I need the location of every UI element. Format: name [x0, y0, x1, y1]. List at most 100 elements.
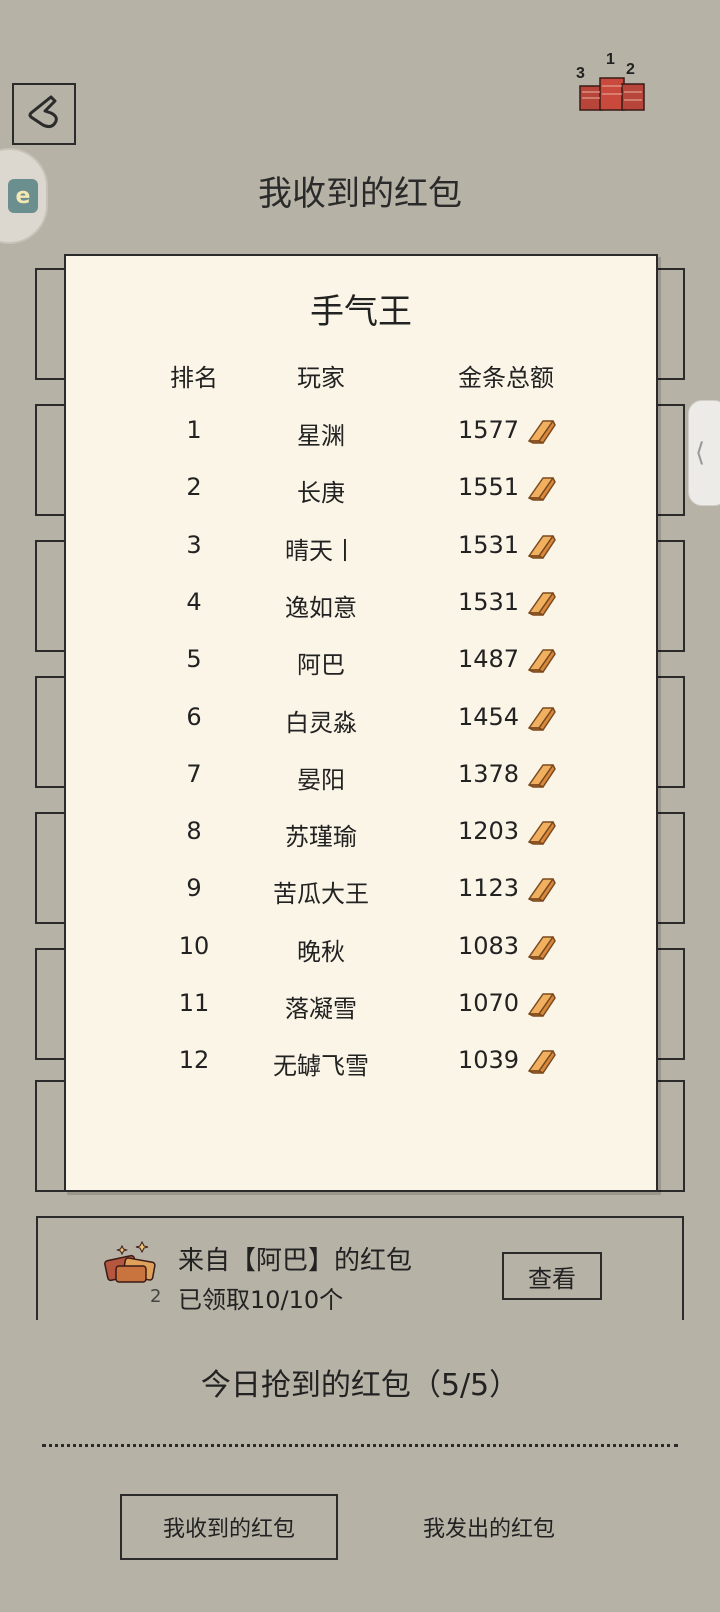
row-amount: 1378	[458, 759, 520, 788]
side-tab	[655, 404, 685, 516]
row-rank: 1	[186, 416, 202, 444]
gold-bar-icon	[525, 532, 557, 560]
row-rank: 3	[186, 530, 202, 559]
row-player: 晏阳	[297, 765, 345, 794]
podium-number-1: 1	[606, 51, 615, 68]
ranking-podium-button[interactable]: 3 1 2	[574, 48, 652, 114]
side-tab	[35, 268, 65, 380]
gold-bar-icon	[525, 646, 557, 674]
row-amount: 1551	[458, 473, 520, 502]
gold-bar-icon	[525, 990, 557, 1018]
side-tab	[655, 812, 685, 924]
row-amount-cell: 1531	[446, 588, 618, 617]
gold-bar-icon	[525, 417, 557, 445]
leaderboard-row: 2 长庚 1551	[66, 473, 656, 513]
side-tab	[655, 540, 685, 652]
leaderboard-row: 10 晚秋 1083	[66, 932, 656, 972]
header-player: 玩家	[297, 364, 345, 392]
gold-bar-icon	[525, 818, 557, 846]
leaderboard-row: 8 苏瑾瑜 1203	[66, 817, 656, 857]
row-rank: 5	[186, 645, 202, 674]
packet-from-text: 来自【阿巴】的红包	[178, 1246, 413, 1276]
side-tab	[655, 268, 685, 380]
back-button[interactable]	[12, 83, 76, 145]
side-tab	[35, 540, 65, 652]
tab-sent-packets[interactable]: 我发出的红包	[380, 1494, 598, 1560]
side-tab	[655, 948, 685, 1060]
row-amount-cell: 1577	[446, 416, 618, 445]
row-player: 晴天丨	[285, 536, 357, 565]
leaderboard-card: 手气王 排名 玩家 金条总额 1 星渊 1577 2 长庚 1551 3 晴天丨 1531 4 逸如…	[64, 254, 658, 1192]
podium-number-3: 3	[576, 65, 585, 82]
gold-bar-icon	[525, 474, 557, 502]
header-amount: 金条总额	[458, 364, 554, 392]
row-rank: 8	[186, 817, 202, 846]
row-amount-cell: 1070	[446, 989, 618, 1018]
tab-received-packets[interactable]: 我收到的红包	[120, 1494, 338, 1560]
gold-bar-icon	[525, 589, 557, 617]
row-rank: 2	[186, 473, 202, 502]
row-player: 白灵淼	[285, 708, 357, 737]
row-rank: 10	[178, 931, 210, 960]
row-amount: 1454	[458, 702, 520, 731]
back-arrow-icon	[28, 95, 58, 129]
page-title: 我收到的红包	[258, 174, 462, 214]
today-packets-label: 今日抢到的红包（5/5）	[200, 1368, 520, 1403]
row-amount-cell: 1551	[446, 473, 618, 502]
row-player: 长庚	[297, 479, 345, 508]
side-tab	[35, 404, 65, 516]
leaderboard-row: 7 晏阳 1378	[66, 760, 656, 800]
leaderboard-row: 3 晴天丨 1531	[66, 531, 656, 571]
row-player: 星渊	[297, 422, 345, 450]
row-amount: 1083	[458, 931, 520, 960]
row-player: 苏瑾瑜	[285, 823, 357, 852]
red-packet-entry: 2 来自【阿巴】的红包 已领取10/10个 查看	[36, 1216, 684, 1320]
leaderboard-row: 5 阿巴 1487	[66, 645, 656, 685]
side-tab	[35, 812, 65, 924]
header-rank: 排名	[170, 364, 218, 392]
side-tab	[655, 676, 685, 788]
row-player: 落凝雪	[285, 995, 357, 1023]
row-amount-cell: 1123	[446, 874, 618, 903]
gold-bar-icon	[525, 704, 557, 732]
row-amount-cell: 1487	[446, 645, 618, 674]
gold-bar-icon	[525, 761, 557, 789]
packet-count: 2	[150, 1286, 162, 1307]
row-amount: 1039	[458, 1046, 520, 1075]
row-rank: 4	[186, 587, 202, 616]
gold-bar-icon	[525, 875, 557, 903]
leaderboard-row: 4 逸如意 1531	[66, 588, 656, 628]
leaderboard-header: 排名 玩家 金条总额	[66, 358, 656, 398]
side-drawer-handle[interactable]: ⟨	[688, 400, 720, 506]
gold-bar-icon	[525, 1047, 557, 1075]
row-player: 无罅飞雪	[273, 1052, 369, 1081]
row-amount-cell: 1083	[446, 932, 618, 961]
red-packet-gold-icon	[104, 1240, 156, 1283]
row-amount-cell: 1531	[446, 531, 618, 560]
row-rank: 7	[186, 759, 202, 788]
packet-status-text: 已领取10/10个	[178, 1286, 344, 1314]
row-amount: 1203	[458, 817, 520, 846]
row-player: 苦瓜大王	[273, 880, 369, 909]
chevron-left-icon: ⟨	[695, 438, 706, 468]
row-amount-cell: 1454	[446, 703, 618, 732]
row-rank: 11	[178, 989, 210, 1017]
view-button[interactable]: 查看	[502, 1252, 602, 1300]
leaderboard-row: 6 白灵淼 1454	[66, 703, 656, 743]
leaderboard-row: 11 落凝雪 1070	[66, 989, 656, 1029]
row-amount: 1577	[458, 416, 520, 444]
podium-number-2: 2	[626, 61, 635, 78]
row-player: 晚秋	[297, 937, 345, 966]
row-amount: 1531	[458, 530, 520, 559]
row-amount-cell: 1203	[446, 817, 618, 846]
row-amount: 1531	[458, 587, 520, 616]
leaderboard-row: 1 星渊 1577	[66, 416, 656, 456]
ranking-podium-icon: 3 1 2	[576, 51, 645, 111]
row-amount: 1487	[458, 645, 520, 674]
leaderboard-row: 12 无罅飞雪 1039	[66, 1046, 656, 1086]
row-amount: 1070	[458, 989, 520, 1017]
row-amount: 1123	[458, 874, 520, 903]
row-rank: 9	[186, 874, 202, 903]
side-tab	[35, 948, 65, 1060]
gold-bar-icon	[525, 933, 557, 961]
